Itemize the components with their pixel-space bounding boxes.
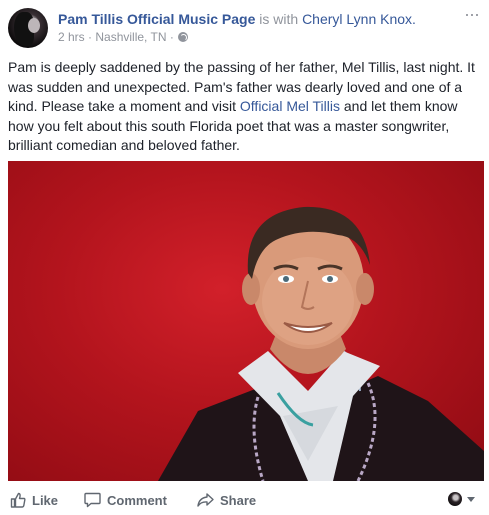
post-actions-bar: Like Comment Share [0,488,489,515]
share-arrow-icon [197,493,214,507]
like-label: Like [32,492,59,508]
with-text: is with [259,11,299,27]
portrait-illustration [158,206,484,481]
acting-as-avatar [448,492,462,506]
post-timestamp[interactable]: 2 hrs [58,30,85,44]
post-photo[interactable] [8,161,484,481]
post-body: Pam is deeply saddened by the passing of… [8,58,486,156]
meta-separator: · [88,30,93,44]
post-location[interactable]: Nashville, TN [95,30,166,44]
comment-label: Comment [107,492,167,508]
meta-separator-2: · [169,30,174,44]
post-as-selector[interactable] [448,492,475,506]
avatar-face [28,18,40,33]
share-button[interactable]: Share [197,492,256,508]
post-title-line: Pam Tillis Official Music Page is with C… [58,10,416,28]
chevron-down-icon [467,496,475,502]
page-avatar[interactable] [8,8,48,48]
share-label: Share [220,492,257,508]
post-meta: 2 hrs · Nashville, TN · [58,29,189,45]
thumbs-up-icon [10,492,26,508]
more-options-icon[interactable]: ··· [464,4,480,25]
globe-icon[interactable] [178,32,189,42]
speech-bubble-icon [84,492,101,508]
like-button[interactable]: Like [10,492,58,508]
post-header: Pam Tillis Official Music Page is with C… [8,4,481,48]
comment-button[interactable]: Comment [84,492,167,508]
page-name-link[interactable]: Pam Tillis Official Music Page [58,11,255,27]
tagged-person-link[interactable]: Cheryl Lynn Knox. [302,11,416,27]
official-mel-tillis-link[interactable]: Official Mel Tillis [240,98,340,114]
